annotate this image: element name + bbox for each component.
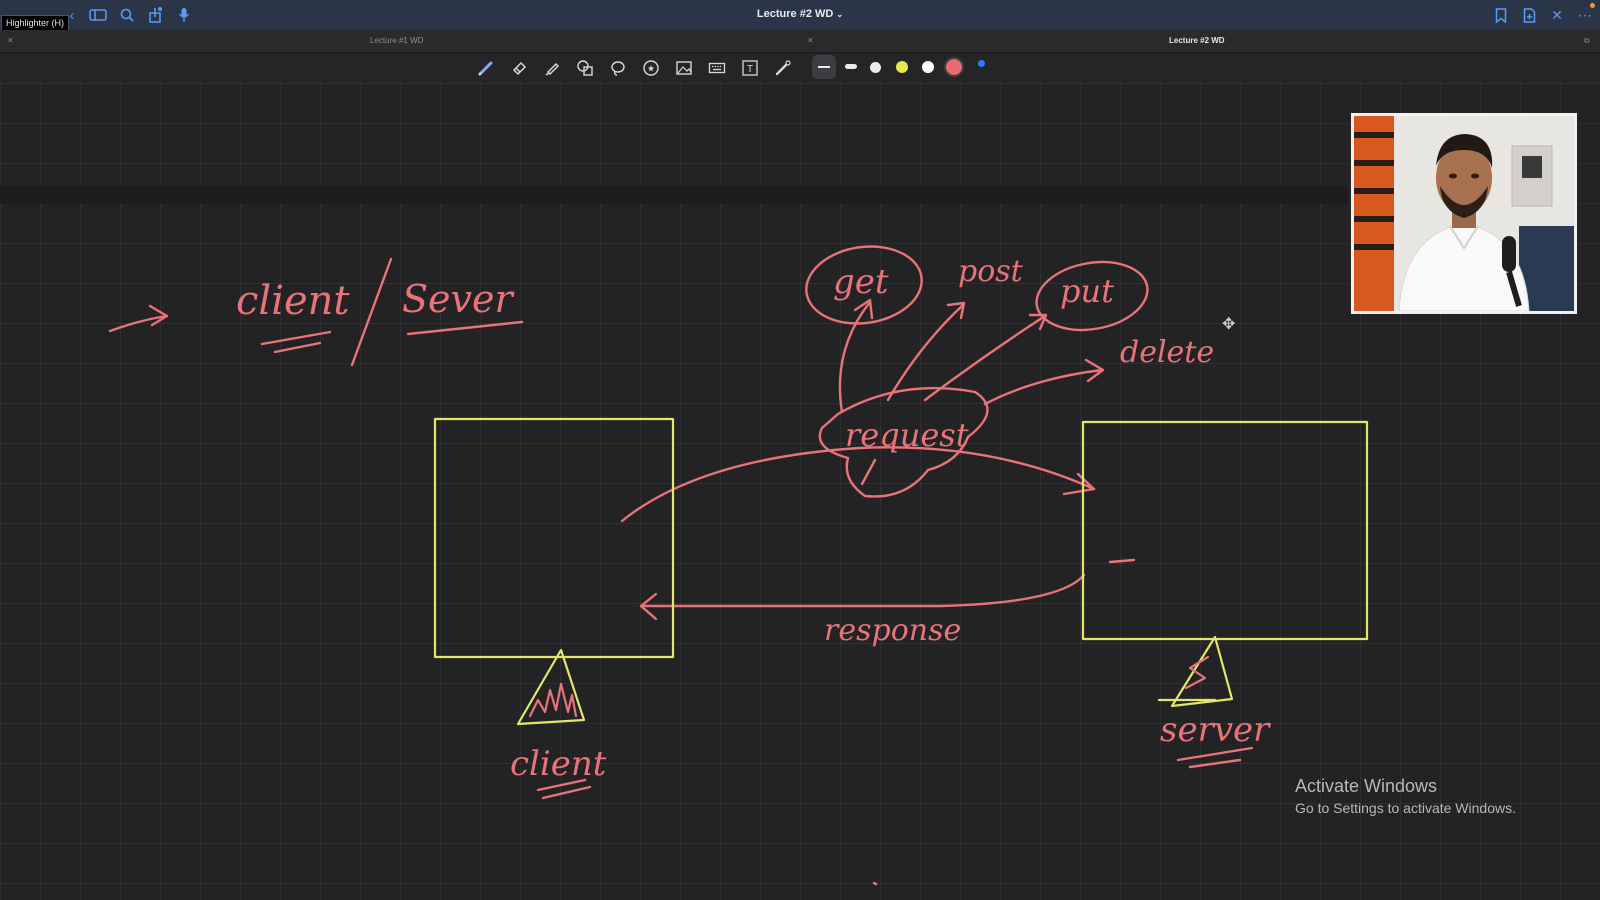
stroke-thick-button[interactable] (870, 62, 881, 73)
tab-lecture-2[interactable]: Lecture #2 WD (1169, 30, 1225, 52)
more-icon[interactable]: ⋯ (1575, 5, 1595, 25)
highlighter-icon[interactable] (541, 57, 563, 79)
eraser-icon[interactable] (508, 57, 530, 79)
tab-bar: ✕ Lecture #1 WD ✕ Lecture #2 WD ⧉ (0, 30, 1600, 53)
svg-text:T: T (747, 64, 753, 75)
svg-text:★: ★ (647, 65, 655, 75)
keyboard-icon[interactable] (706, 57, 728, 79)
notification-dot (1590, 3, 1595, 8)
image-icon[interactable] (673, 57, 695, 79)
webcam-overlay (1351, 113, 1577, 314)
bookmark-icon[interactable] (1491, 5, 1511, 25)
close-icon[interactable]: ✕ (1547, 5, 1567, 25)
add-page-icon[interactable] (1519, 5, 1539, 25)
laser-pointer-icon[interactable] (772, 57, 794, 79)
activate-windows-watermark: Activate Windows Go to Settings to activ… (1295, 776, 1516, 816)
chevron-down-icon: ⌄ (836, 10, 844, 19)
activate-windows-title: Activate Windows (1295, 776, 1438, 796)
color-yellow-swatch[interactable] (896, 61, 908, 73)
title-bar: ‹ Highlighter (H) Lecture #2 WD ⌄ ✕ ⋯ (0, 0, 1600, 31)
page-separator (0, 186, 1348, 204)
window-title-text: Lecture #2 WD (756, 8, 834, 20)
tab-lecture-1[interactable]: Lecture #1 WD (370, 30, 423, 52)
color-white-swatch[interactable] (922, 61, 934, 73)
activate-windows-subtitle: Go to Settings to activate Windows. (1295, 800, 1516, 816)
sticker-icon[interactable]: ★ (640, 57, 662, 79)
tab-overview-icon[interactable]: ⧉ (1584, 30, 1590, 52)
close-tab-icon[interactable]: ✕ (7, 30, 14, 52)
shapes-icon[interactable] (574, 57, 596, 79)
webcam-presenter-image (1354, 116, 1574, 311)
close-tab-icon[interactable]: ✕ (807, 30, 814, 52)
stroke-medium-button[interactable] (845, 64, 857, 69)
text-icon[interactable]: T (739, 57, 761, 79)
lasso-icon[interactable] (607, 57, 629, 79)
move-cursor-icon: ✥ (1222, 316, 1236, 333)
window-title[interactable]: Lecture #2 WD ⌄ (0, 8, 1600, 20)
drawing-toolbar: ★ T (0, 53, 1600, 83)
pen-icon[interactable] (475, 57, 497, 79)
stroke-thin-button[interactable] (812, 55, 836, 79)
color-red-swatch[interactable] (946, 59, 962, 75)
color-picker-icon[interactable] (978, 60, 985, 67)
